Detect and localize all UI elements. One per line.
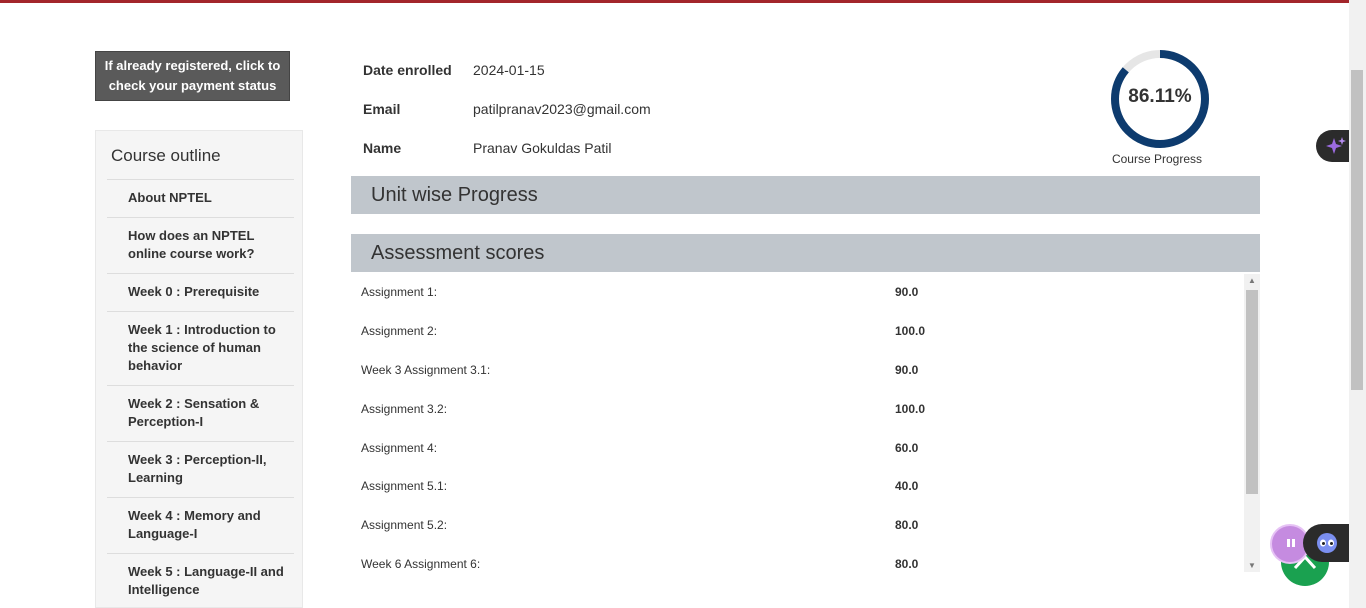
- score-value: 90.0: [895, 363, 919, 377]
- assistant-launcher-button[interactable]: [1303, 524, 1349, 562]
- sparkle-icon: [1326, 137, 1346, 154]
- score-row: Week 3 Assignment 3.1: 90.0: [351, 352, 1241, 391]
- scroll-up-arrow-icon[interactable]: ▲: [1248, 276, 1256, 285]
- page-scrollbar[interactable]: [1349, 0, 1366, 608]
- course-progress-widget: 86.11% Course Progress: [1105, 48, 1215, 166]
- score-row: Assignment 5.2: 80.0: [351, 507, 1241, 546]
- outline-item-week-3[interactable]: Week 3 : Perception-II, Learning: [107, 441, 294, 497]
- top-accent-bar: [0, 0, 1349, 3]
- score-row: Week 6 Assignment 6: 80.0: [351, 546, 1241, 572]
- check-payment-status-button[interactable]: If already registered, click to check yo…: [95, 51, 290, 101]
- outline-item-week-5[interactable]: Week 5 : Language-II and Intelligence: [107, 553, 294, 607]
- course-outline-panel: Course outline About NPTEL How does an N…: [95, 130, 303, 608]
- outline-item-how-it-works[interactable]: How does an NPTEL online course work?: [107, 217, 294, 273]
- score-name: Assignment 5.1:: [361, 479, 448, 493]
- score-value: 90.0: [895, 285, 919, 299]
- course-outline-list: About NPTEL How does an NPTEL online cou…: [107, 179, 294, 607]
- score-row: Assignment 4: 60.0: [351, 430, 1241, 469]
- assessment-scores-header[interactable]: Assessment scores: [351, 234, 1260, 272]
- score-value: 80.0: [895, 557, 919, 571]
- score-row: Assignment 2: 100.0: [351, 313, 1241, 352]
- outline-item-week-1[interactable]: Week 1 : Introduction to the science of …: [107, 311, 294, 385]
- page-scroll-thumb[interactable]: [1351, 70, 1363, 390]
- unit-progress-header[interactable]: Unit wise Progress: [351, 176, 1260, 214]
- robot-face-icon: [1317, 533, 1337, 553]
- chat-bubble-icon: [1287, 539, 1295, 547]
- course-outline-title: Course outline: [111, 146, 221, 165]
- score-name: Assignment 5.2:: [361, 518, 448, 532]
- score-name: Assignment 4:: [361, 441, 438, 455]
- score-name: Week 3 Assignment 3.1:: [361, 363, 491, 377]
- score-name: Week 6 Assignment 6:: [361, 557, 481, 571]
- score-row: Assignment 1: 90.0: [351, 274, 1241, 313]
- progress-label: Course Progress: [1111, 152, 1203, 166]
- email-value: patilpranav2023@gmail.com: [473, 101, 651, 117]
- name-value: Pranav Gokuldas Patil: [473, 140, 612, 156]
- email-label: Email: [363, 101, 401, 117]
- score-value: 100.0: [895, 324, 926, 338]
- date-enrolled-value: 2024-01-15: [473, 62, 545, 78]
- progress-percent: 86.11%: [1128, 86, 1192, 107]
- outline-item-week-0[interactable]: Week 0 : Prerequisite: [107, 273, 294, 311]
- score-name: Assignment 1:: [361, 285, 438, 299]
- outline-item-week-2[interactable]: Week 2 : Sensation & Perception-I: [107, 385, 294, 441]
- outline-item-about-nptel[interactable]: About NPTEL: [107, 179, 294, 217]
- score-row: Assignment 3.2: 100.0: [351, 391, 1241, 430]
- score-value: 100.0: [895, 402, 926, 416]
- outline-item-week-4[interactable]: Week 4 : Memory and Language-I: [107, 497, 294, 553]
- score-value: 40.0: [895, 479, 919, 493]
- name-label: Name: [363, 140, 402, 156]
- scroll-down-arrow-icon[interactable]: ▼: [1248, 561, 1256, 570]
- score-name: Assignment 3.2:: [361, 402, 448, 416]
- score-value: 60.0: [895, 441, 919, 455]
- date-enrolled-label: Date enrolled: [363, 62, 452, 78]
- scores-scroll-thumb[interactable]: [1246, 290, 1258, 494]
- assessment-scores-list: Assignment 1: 90.0 Assignment 2: 100.0 W…: [351, 274, 1260, 572]
- scores-scrollbar[interactable]: ▲ ▼: [1244, 274, 1260, 572]
- score-value: 80.0: [895, 518, 919, 532]
- score-name: Assignment 2:: [361, 324, 438, 338]
- score-row: Assignment 5.1: 40.0: [351, 468, 1241, 507]
